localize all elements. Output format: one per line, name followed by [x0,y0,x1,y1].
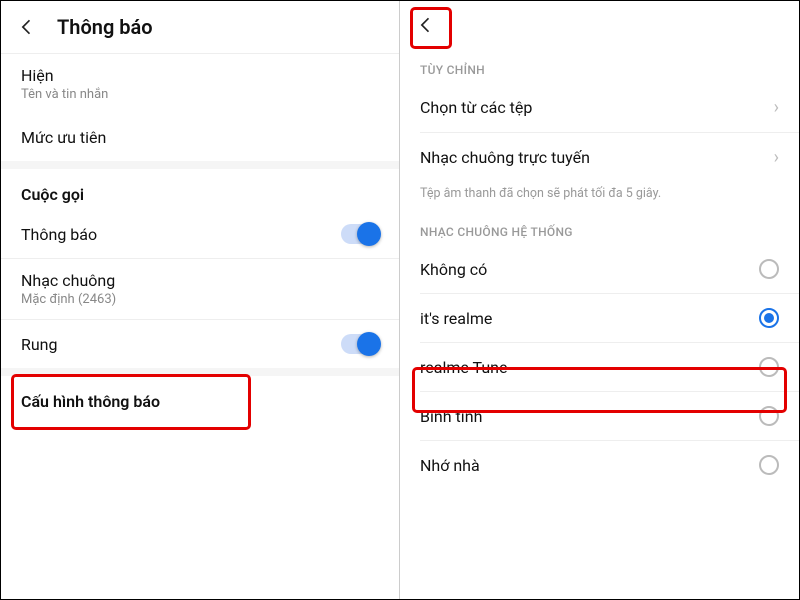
ringtone-setting[interactable]: Nhạc chuông Mặc định (2463) [1,259,399,319]
header: Thông báo [1,1,399,53]
ringtone-option-label: Bình tĩnh [420,407,482,426]
radio-icon[interactable] [759,455,779,475]
header [400,1,799,49]
notification-toggle-row: Thông báo [1,210,399,258]
ringtone-option-label: realme Tune [420,358,507,377]
chevron-right-icon: › [774,147,779,168]
notification-label: Thông báo [21,225,97,244]
vibrate-toggle[interactable] [341,334,379,354]
online-label: Nhạc chuông trực tuyến [420,148,590,167]
radio-icon[interactable] [759,406,779,426]
back-icon[interactable] [17,17,37,37]
vibrate-toggle-row: Rung [1,320,399,368]
ringtone-label: Nhạc chuông [21,271,115,290]
ringtone-picker-screen: TÙY CHỈNH Chọn từ các tệp › Nhạc chuông … [400,1,799,599]
radio-icon[interactable] [759,357,779,377]
audio-hint: Tệp âm thanh đã chọn sẽ phát tối đa 5 gi… [400,182,799,211]
ringtone-option[interactable]: Nhớ nhà [400,441,799,489]
ringtone-option[interactable]: it's realme [400,294,799,342]
ringtone-option[interactable]: Không có [400,245,799,293]
radio-icon[interactable] [759,259,779,279]
ringtone-list: Không có it's realme realme Tune Bình tĩnh N… [400,245,799,489]
ringtone-option-label: it's realme [420,309,492,328]
radio-icon[interactable] [759,308,779,328]
calls-section-header: Cuộc gọi [1,169,399,210]
customize-header: TÙY CHỈNH [400,49,799,83]
priority-setting[interactable]: Mức ưu tiên [1,114,399,161]
config-section-header: Cấu hình thông báo [1,376,399,417]
page-title: Thông báo [57,15,153,39]
ringtone-option[interactable]: realme Tune [400,343,799,391]
ringtone-option-label: Nhớ nhà [420,456,480,475]
ringtone-option[interactable]: Bình tĩnh [400,392,799,440]
notification-toggle[interactable] [341,224,379,244]
system-ringtones-header: NHẠC CHUÔNG HỆ THỐNG [400,211,799,245]
vibrate-label: Rung [21,335,58,354]
ringtone-option-label: Không có [420,260,487,279]
choose-from-files[interactable]: Chọn từ các tệp › [400,83,799,132]
back-icon[interactable] [416,15,436,35]
chevron-right-icon: › [774,97,779,118]
display-setting[interactable]: Hiện Tên và tin nhắn [1,54,399,114]
display-sub: Tên và tin nhắn [21,87,108,102]
from-files-label: Chọn từ các tệp [420,98,532,117]
priority-label: Mức ưu tiên [21,128,106,147]
notifications-screen: Thông báo Hiện Tên và tin nhắn Mức ưu ti… [1,1,400,599]
display-label: Hiện [21,66,54,85]
ringtone-sub: Mặc định (2463) [21,292,116,307]
online-ringtones[interactable]: Nhạc chuông trực tuyến › [400,133,799,182]
